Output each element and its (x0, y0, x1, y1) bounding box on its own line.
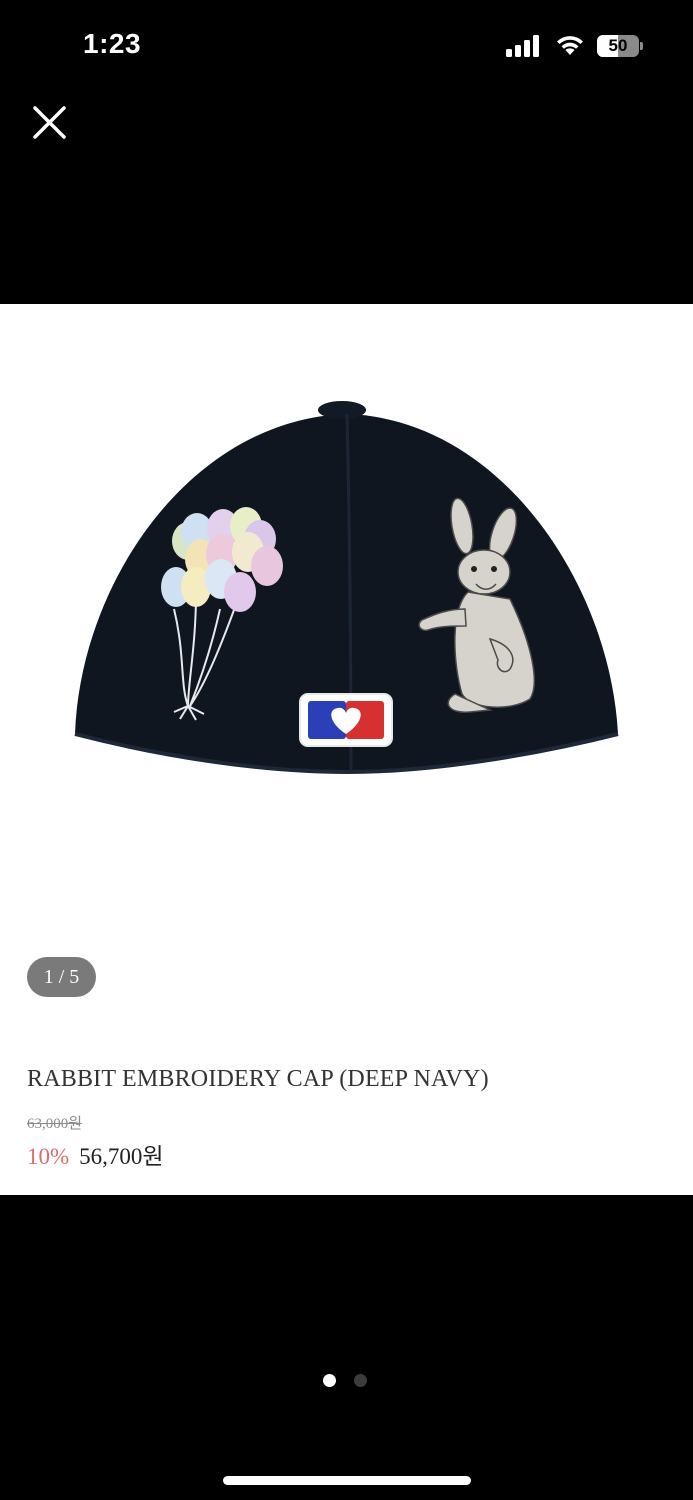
discount-rate: 10% (27, 1144, 70, 1169)
signal-icon (506, 35, 539, 57)
sale-price: 56,700원 (79, 1144, 164, 1169)
home-indicator[interactable] (223, 1476, 471, 1485)
close-button[interactable] (27, 100, 73, 146)
battery-icon: 50 (597, 35, 643, 57)
wifi-icon (557, 36, 583, 55)
product-title: RABBIT EMBROIDERY CAP (DEEP NAVY) (27, 1066, 489, 1092)
status-bar: 1:23 50 (0, 0, 693, 92)
price-row: 10% 56,700원 (27, 1137, 164, 1171)
page-dot[interactable] (354, 1374, 367, 1387)
product-image[interactable] (70, 394, 625, 789)
status-time: 1:23 (83, 28, 142, 59)
battery-level: 50 (608, 36, 628, 55)
image-counter-badge: 1 / 5 (27, 957, 96, 997)
heart-logo-patch (299, 693, 393, 747)
original-price: 63,000원 (27, 1116, 83, 1132)
page-dot-active[interactable] (323, 1374, 336, 1387)
product-sheet: 1 / 5 RABBIT EMBROIDERY CAP (DEEP NAVY) … (0, 304, 693, 1195)
close-icon (33, 106, 66, 139)
